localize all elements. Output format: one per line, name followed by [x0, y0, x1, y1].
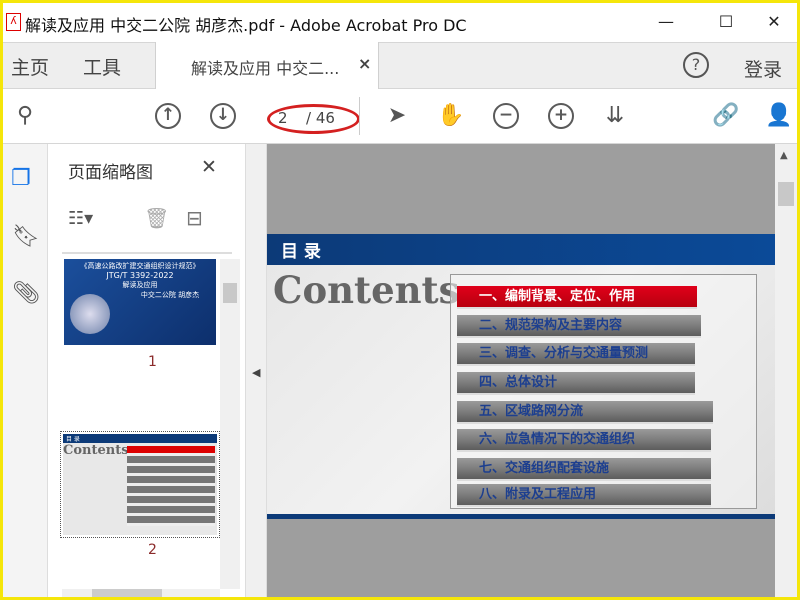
panel-title: 页面缩略图: [68, 163, 153, 183]
help-icon[interactable]: ?: [683, 52, 709, 78]
thumbnail-scrollbar[interactable]: [220, 259, 240, 589]
current-page-input[interactable]: 2: [278, 109, 288, 127]
toc-item[interactable]: 一、编制背景、定位、作用: [457, 286, 697, 307]
page-number-field[interactable]: 2 / 46: [267, 102, 360, 134]
tab-document-label: 解读及应用 中交二...: [191, 59, 340, 78]
toolbar: ⚲ ↑ ↓ 2 / 46 ➤ ✋ − + ⇊ 🔗 👤: [3, 89, 797, 144]
select-tool-icon[interactable]: ➤: [381, 100, 413, 132]
zoom-out-button[interactable]: −: [493, 103, 519, 129]
tab-bar: 主页 工具 解读及应用 中交二... × ? 登录: [3, 42, 797, 89]
scroll-up-icon[interactable]: ▲: [780, 150, 788, 161]
document-scrollbar[interactable]: ▲: [775, 144, 797, 597]
total-pages: / 46: [306, 109, 335, 127]
globe-image: [70, 294, 110, 334]
delete-icon[interactable]: 🗑︎: [144, 206, 169, 230]
title-bar: ʎ 解读及应用 中交二公院 胡彦杰.pdf - Adobe Acrobat Pr…: [3, 3, 797, 42]
window-title: 解读及应用 中交二公院 胡彦杰.pdf - Adobe Acrobat Pro …: [25, 16, 467, 35]
bookmark-icon[interactable]: 🔖︎: [12, 224, 40, 249]
page-thumbnails-icon[interactable]: ❐: [11, 166, 31, 191]
divider: [359, 97, 360, 135]
share-link-icon[interactable]: 🔗: [710, 100, 742, 132]
toc-item[interactable]: 六、应急情况下的交通组织: [457, 429, 711, 450]
attachment-icon[interactable]: 📎︎: [12, 281, 40, 306]
toc-item[interactable]: 四、总体设计: [457, 372, 695, 393]
slide-header: 目 录: [267, 234, 775, 265]
document-view: 目 录 Contents 一、编制背景、定位、作用 二、规范架构及主要内容 三、…: [267, 144, 775, 597]
zoom-in-button[interactable]: +: [548, 103, 574, 129]
panel-close-icon[interactable]: ✕: [201, 156, 217, 178]
previous-page-button[interactable]: ↑: [155, 103, 181, 129]
close-button[interactable]: ✕: [751, 7, 797, 37]
scroll-thumb[interactable]: [778, 182, 794, 206]
toc-item[interactable]: 八、附录及工程应用: [457, 484, 711, 505]
divider: [62, 252, 232, 254]
login-button[interactable]: 登录: [744, 55, 782, 82]
acrobat-window: ʎ 解读及应用 中交二公院 胡彦杰.pdf - Adobe Acrobat Pr…: [3, 3, 797, 597]
thumbnail-page-1[interactable]: 《高速公路改扩建交通组织设计规范》 JTG/T 3392-2022 解读及应用 …: [64, 259, 216, 345]
scroll-thumb[interactable]: [223, 283, 237, 303]
maximize-button[interactable]: ☐: [703, 7, 749, 37]
tab-tools[interactable]: 工具: [83, 53, 121, 80]
thumb-page-number: 2: [148, 542, 157, 558]
thumb-title: 《高速公路改扩建交通组织设计规范》: [80, 262, 200, 270]
tab-close-icon[interactable]: ×: [358, 54, 371, 73]
next-page-button[interactable]: ↓: [210, 103, 236, 129]
thumbnails-panel: 页面缩略图 ✕ ☷▾ 🗑︎ ⊟ 《高速公路改扩建交通组织设计规范》 JTG/T …: [48, 144, 245, 597]
thumb-header: 目 录: [63, 434, 217, 443]
acrobat-logo-icon: ʎ: [6, 13, 21, 31]
minimize-button[interactable]: —: [643, 7, 689, 37]
insert-page-icon[interactable]: ⊟: [186, 206, 203, 230]
slide-footer-bar: [267, 514, 775, 519]
tab-home[interactable]: 主页: [11, 53, 49, 80]
collapse-panel-button[interactable]: ◀: [245, 144, 267, 597]
toc-item[interactable]: 七、交通组织配套设施: [457, 458, 711, 479]
hand-tool-icon[interactable]: ✋: [435, 100, 467, 132]
zoom-search-icon[interactable]: ⚲: [9, 100, 41, 132]
toc-box: 一、编制背景、定位、作用 二、规范架构及主要内容 三、调查、分析与交通量预测 四…: [450, 274, 757, 509]
thumb-author: 中交二公院 胡彦杰: [140, 291, 200, 299]
thumb-code: JTG/T 3392-2022: [106, 271, 174, 280]
tab-document[interactable]: 解读及应用 中交二... ×: [155, 42, 379, 89]
slide-heading: Contents: [273, 268, 460, 312]
thumb-toc: [127, 446, 215, 526]
add-user-icon[interactable]: 👤: [763, 100, 795, 132]
toc-item[interactable]: 三、调查、分析与交通量预测: [457, 343, 695, 364]
toc-item[interactable]: 五、区域路网分流: [457, 401, 713, 422]
thumb-subtitle: 解读及应用: [122, 281, 158, 289]
toc-item[interactable]: 二、规范架构及主要内容: [457, 315, 701, 336]
left-rail: ❐ 🔖︎ 📎︎: [3, 144, 48, 597]
horizontal-scrollbar[interactable]: [62, 589, 220, 597]
pdf-page-2: 目 录 Contents 一、编制背景、定位、作用 二、规范架构及主要内容 三、…: [267, 234, 775, 519]
thumb-page-number: 1: [148, 354, 157, 370]
options-menu-icon[interactable]: ☷▾: [68, 208, 93, 229]
thumbnail-page-2[interactable]: 目 录 Contents: [60, 431, 220, 538]
page-display-icon[interactable]: ⇊: [599, 100, 631, 132]
